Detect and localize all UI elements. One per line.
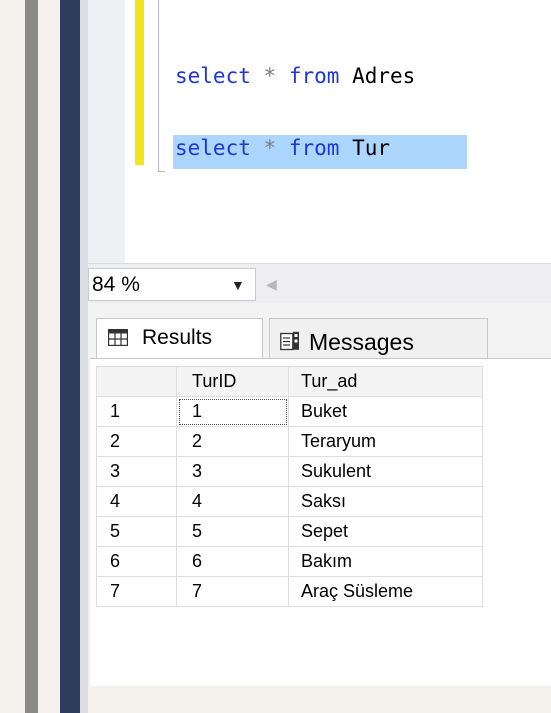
cell-tur-ad[interactable]: Saksı	[288, 486, 483, 517]
grid-header-row: TurID Tur_ad	[96, 366, 483, 397]
row-number[interactable]: 3	[96, 456, 177, 487]
cell-tur-ad[interactable]: Buket	[288, 396, 483, 427]
cell-turid[interactable]: 7	[176, 576, 289, 607]
cell-tur-ad[interactable]: Sepet	[288, 516, 483, 547]
table-row[interactable]: 3 3 Sukulent	[96, 456, 483, 487]
keyword: from	[288, 136, 340, 160]
row-number[interactable]: 2	[96, 426, 177, 457]
table-row[interactable]: 2 2 Teraryum	[96, 426, 483, 457]
operator: *	[263, 136, 277, 160]
document-well-border	[60, 0, 80, 713]
table-row[interactable]: 4 4 Saksı	[96, 486, 483, 517]
code-line-selected[interactable]: select * from Tur	[175, 136, 390, 160]
code-line[interactable]: select * from Adres	[175, 64, 415, 88]
editor-margin	[88, 0, 125, 263]
identifier: Adres	[352, 64, 416, 88]
row-number[interactable]: 7	[96, 576, 177, 607]
outlining-line	[158, 0, 159, 172]
row-number[interactable]: 6	[96, 546, 177, 577]
row-number-header[interactable]	[96, 366, 177, 397]
cell-tur-ad[interactable]: Teraryum	[288, 426, 483, 457]
cell-turid[interactable]: 6	[176, 546, 289, 577]
table-row[interactable]: 1 1 Buket	[96, 396, 483, 427]
change-tracking-bar	[135, 0, 144, 165]
table-row[interactable]: 7 7 Araç Süsleme	[96, 576, 483, 607]
tab-messages-label: Messages	[309, 329, 414, 355]
chevron-down-icon[interactable]: ▼	[231, 277, 245, 293]
zoom-value: 84 %	[92, 273, 140, 296]
messages-icon	[280, 331, 299, 351]
row-number[interactable]: 4	[96, 486, 177, 517]
row-number[interactable]: 5	[96, 516, 177, 547]
keyword: select	[175, 64, 251, 88]
operator: *	[263, 64, 277, 88]
cell-turid[interactable]: 3	[176, 456, 289, 487]
cell-tur-ad[interactable]: Araç Süsleme	[288, 576, 483, 607]
scroll-left-icon[interactable]: ◀	[266, 276, 277, 293]
editor-left-border	[80, 0, 88, 713]
left-frame-strip	[25, 0, 38, 713]
keyword: from	[288, 64, 340, 88]
cell-tur-ad[interactable]: Sukulent	[288, 456, 483, 487]
outlining-line-end	[158, 171, 165, 172]
column-header-tur-ad[interactable]: Tur_ad	[288, 366, 483, 397]
row-number[interactable]: 1	[96, 396, 177, 427]
results-grid[interactable]: TurID Tur_ad 1 1 Buket 2 2 Teraryum 3 3 …	[96, 366, 483, 607]
cell-turid[interactable]: 5	[176, 516, 289, 547]
cell-turid[interactable]: 4	[176, 486, 289, 517]
cell-turid[interactable]: 1	[176, 396, 289, 427]
cell-turid[interactable]: 2	[176, 426, 289, 457]
keyword: select	[175, 136, 251, 160]
column-header-turid[interactable]: TurID	[176, 366, 289, 397]
cell-tur-ad[interactable]: Bakım	[288, 546, 483, 577]
identifier: Tur	[352, 136, 390, 160]
tab-results-label: Results	[142, 326, 213, 349]
table-row[interactable]: 5 5 Sepet	[96, 516, 483, 547]
table-row[interactable]: 6 6 Bakım	[96, 546, 483, 577]
grid-icon	[108, 329, 128, 346]
